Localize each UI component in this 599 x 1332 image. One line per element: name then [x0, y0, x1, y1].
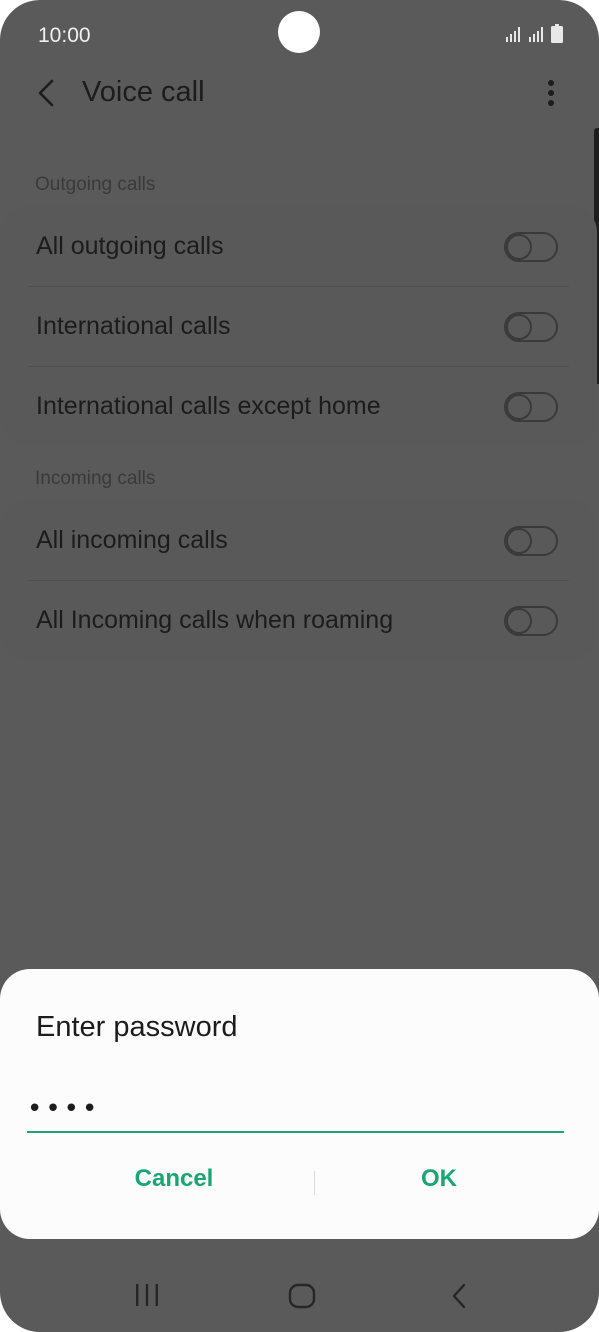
phone-screen: 10:00 Voice call Outgoing calls All outg…	[0, 0, 599, 1332]
list-item-all-incoming[interactable]: All incoming calls	[2, 500, 597, 580]
toggle-all-outgoing[interactable]	[504, 232, 558, 262]
list-item-label: All Incoming calls when roaming	[36, 605, 394, 634]
section-header-incoming: Incoming calls	[35, 468, 156, 489]
toggle-knob	[506, 234, 532, 260]
home-icon[interactable]	[287, 1282, 317, 1310]
cancel-button[interactable]: Cancel	[74, 1165, 274, 1193]
list-item-incoming-roaming[interactable]: All Incoming calls when roaming	[2, 580, 597, 660]
ok-button[interactable]: OK	[339, 1165, 539, 1193]
signal-icon	[506, 26, 520, 42]
status-time: 10:00	[38, 24, 91, 47]
toggle-knob	[506, 608, 532, 634]
section-header-outgoing: Outgoing calls	[35, 174, 156, 195]
page-title: Voice call	[82, 76, 205, 108]
battery-icon	[551, 24, 563, 43]
dialog-title: Enter password	[36, 1011, 238, 1043]
password-input[interactable]	[27, 1087, 564, 1133]
toggle-knob	[506, 528, 532, 554]
list-item-label: International calls except home	[36, 391, 381, 420]
status-icons	[505, 24, 563, 43]
toggle-knob	[506, 394, 532, 420]
list-item-international[interactable]: International calls	[2, 286, 597, 366]
recents-icon[interactable]	[134, 1282, 160, 1310]
button-divider	[314, 1171, 315, 1195]
outgoing-calls-card: All outgoing calls International calls I…	[2, 206, 597, 446]
toggle-international[interactable]	[504, 312, 558, 342]
list-item-international-except-home[interactable]: International calls except home	[2, 366, 597, 446]
toggle-international-except-home[interactable]	[504, 392, 558, 422]
back-icon[interactable]	[448, 1282, 470, 1310]
toggle-all-incoming[interactable]	[504, 526, 558, 556]
back-arrow-icon[interactable]	[34, 78, 56, 108]
camera-cutout	[278, 11, 320, 53]
list-item-label: All outgoing calls	[36, 231, 224, 260]
toggle-knob	[506, 314, 532, 340]
incoming-calls-card: All incoming calls All Incoming calls wh…	[2, 500, 597, 660]
list-item-all-outgoing[interactable]: All outgoing calls	[2, 206, 597, 286]
signal-icon	[529, 26, 543, 42]
toggle-incoming-roaming[interactable]	[504, 606, 558, 636]
more-options-icon[interactable]	[540, 78, 562, 108]
password-dialog: Enter password Cancel OK	[0, 969, 599, 1239]
list-item-label: International calls	[36, 311, 231, 340]
list-item-label: All incoming calls	[36, 525, 228, 554]
